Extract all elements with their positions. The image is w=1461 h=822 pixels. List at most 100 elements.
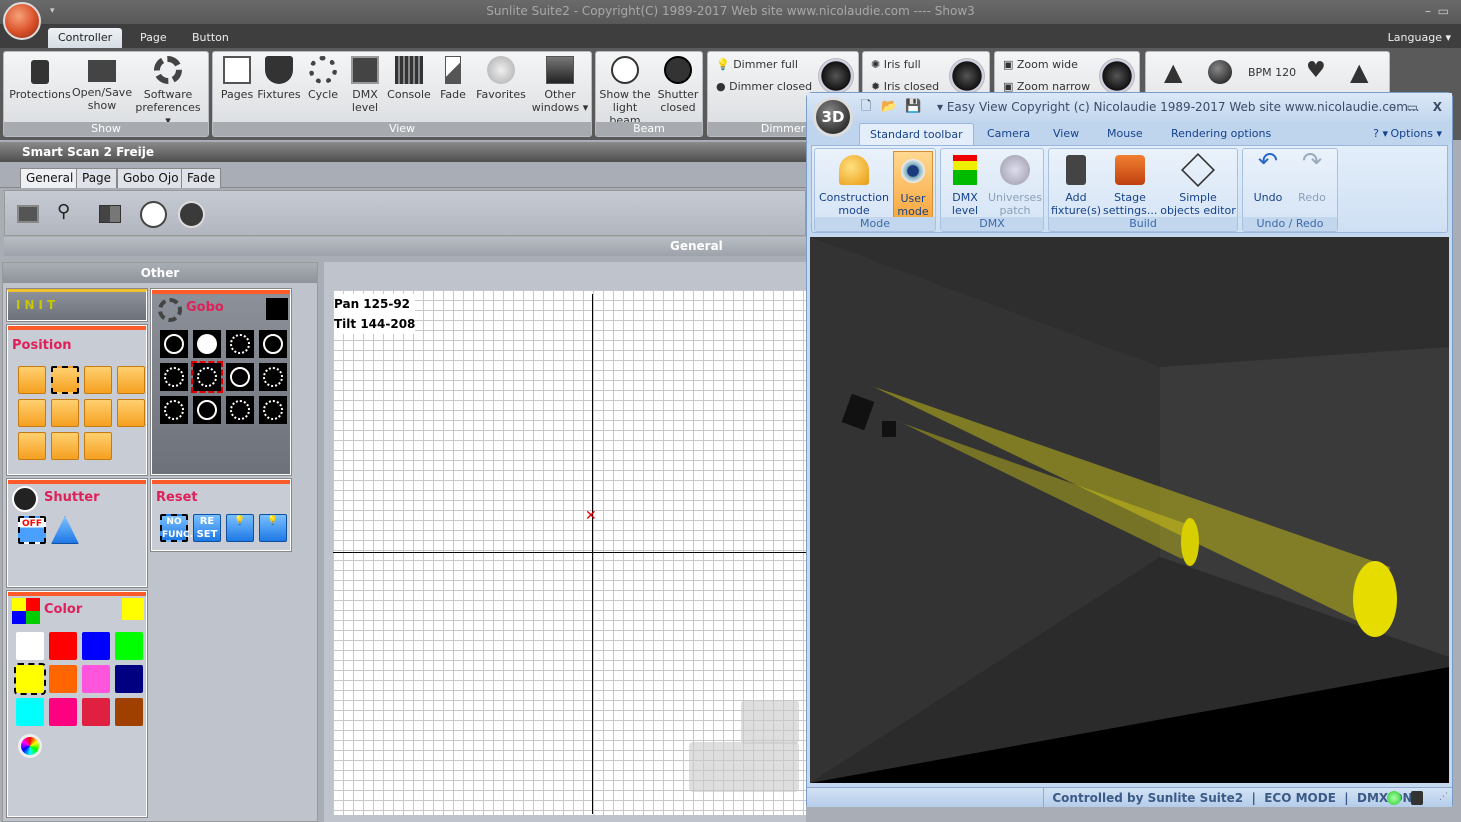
position-cursor[interactable]: ✕ (585, 508, 597, 524)
reset-button[interactable]: RE SET (193, 514, 221, 542)
color-swatch[interactable] (115, 632, 143, 660)
tab-rendering-options[interactable]: Rendering options (1161, 123, 1281, 145)
tab-standard-toolbar[interactable]: Standard toolbar (859, 123, 974, 145)
window-icon[interactable] (17, 205, 39, 223)
cycle-button[interactable]: Cycle (303, 56, 343, 101)
quick-access-dropdown[interactable]: ▾ Easy View Copyright (c) Nicolaudie 198… (937, 93, 1419, 121)
maximize-button[interactable]: ▭ (1407, 93, 1418, 121)
fade-button[interactable]: Fade (435, 56, 471, 101)
curve-movement-icon[interactable] (18, 399, 46, 427)
tab-button[interactable]: Button (182, 28, 239, 48)
color-swatch[interactable] (115, 665, 143, 693)
simple-objects-editor-button[interactable]: Simple objects editor (1159, 151, 1237, 217)
close-button[interactable]: X (1433, 93, 1442, 121)
open-save-button[interactable]: Open/Save show (72, 56, 132, 112)
options-menu[interactable]: Options ▾ (1381, 123, 1452, 145)
favorites-button[interactable]: Favorites (473, 56, 529, 101)
fixtures-button[interactable]: Fixtures (257, 56, 301, 101)
rings-movement-icon[interactable] (84, 366, 112, 394)
stage-settings-button[interactable]: Stage settings... (1103, 151, 1157, 217)
pan-tilt-grid[interactable]: ✕ (333, 290, 806, 815)
color-swatch[interactable] (14, 663, 46, 695)
gobo-four-dots-button[interactable] (193, 396, 221, 424)
lamp-off-button[interactable]: 💡 (226, 514, 254, 542)
color-swatch[interactable] (82, 632, 110, 660)
search-icon[interactable]: ⚲ (57, 201, 70, 222)
quick-access-dropdown[interactable]: ▾ (50, 0, 55, 22)
iris-full-button[interactable]: ✺ Iris full (871, 58, 921, 71)
gobo-rays-button[interactable] (226, 396, 254, 424)
sound-movement-icon[interactable] (84, 432, 112, 460)
open-beam-button[interactable] (140, 201, 167, 228)
gobo-ring-button[interactable] (259, 330, 287, 358)
gobo-spiral-button[interactable] (191, 361, 223, 393)
color-swatch[interactable] (49, 698, 77, 726)
tab-camera[interactable]: Camera (977, 123, 1040, 145)
lamp-on-button[interactable]: 💡 (259, 514, 287, 542)
gobo-shards-button[interactable] (259, 363, 287, 391)
dmx-level-button[interactable]: DMX level (945, 151, 985, 217)
minimize-button[interactable]: – (1390, 93, 1396, 121)
gobo-star-button[interactable] (226, 363, 254, 391)
shutter-off-button[interactable]: OFF (18, 516, 46, 544)
gobo-open-button[interactable] (160, 330, 188, 358)
no-function-button[interactable]: NO FUNC. (160, 514, 193, 542)
dimmer-knob[interactable] (818, 58, 854, 94)
z-movement-icon[interactable] (117, 366, 145, 394)
horizontal-movement-icon[interactable] (84, 399, 112, 427)
zoom-wide-button[interactable]: ▣ Zoom wide (1003, 58, 1078, 71)
tab-general[interactable]: General (20, 168, 80, 188)
color-swatch[interactable] (49, 665, 77, 693)
dimmer-closed-button[interactable]: ● Dimmer closed (716, 80, 812, 93)
tab-controller[interactable]: Controller (48, 28, 123, 48)
other-windows-button[interactable]: Other windows ▾ (531, 56, 589, 114)
color-swatch[interactable] (115, 698, 143, 726)
init-button[interactable]: INIT (6, 288, 148, 322)
metronome-icon[interactable]: ▲ (1164, 58, 1182, 86)
gobo-waves-button[interactable] (160, 396, 188, 424)
zoom-knob[interactable] (1099, 58, 1135, 94)
color-swatch[interactable] (82, 665, 110, 693)
new-file-icon[interactable]: 🗋 (861, 93, 871, 121)
heart-icon[interactable]: ♥ (1306, 58, 1326, 83)
gobo-full-button[interactable] (193, 330, 221, 358)
color-swatch[interactable] (16, 632, 44, 660)
gobo-burst-button[interactable] (226, 330, 254, 358)
minimize-button[interactable]: – (1425, 0, 1431, 22)
resize-grip[interactable]: ⋰ (1439, 792, 1448, 802)
metronome-sync-icon[interactable]: ▲ (1350, 58, 1368, 86)
universes-patch-button[interactable]: Universes patch (987, 151, 1043, 217)
color-picker-icon[interactable] (18, 734, 42, 758)
vertical-movement-icon[interactable] (18, 432, 46, 460)
tab-mouse[interactable]: Mouse (1097, 123, 1153, 145)
pages-button[interactable]: Pages (217, 56, 257, 101)
color-swatch[interactable] (82, 698, 110, 726)
tab-gobo-ojo[interactable]: Gobo Ojo (117, 168, 185, 188)
language-menu[interactable]: Language ▾ (1378, 28, 1461, 48)
circle-movement-icon[interactable] (18, 366, 46, 394)
strobe-button[interactable] (51, 516, 79, 544)
easy-view-orb[interactable]: 3D (813, 97, 853, 137)
dimmer-full-button[interactable]: 💡 Dimmer full (716, 58, 798, 71)
show-light-beam-button[interactable]: Show the light beam (598, 56, 652, 127)
protections-button[interactable]: Protections (8, 56, 72, 101)
restore-button[interactable]: ▭ (1438, 0, 1449, 22)
close-beam-button[interactable] (178, 201, 205, 228)
add-fixtures-button[interactable]: Add fixture(s) (1051, 151, 1101, 217)
app-menu-orb[interactable] (3, 2, 41, 40)
tap-button[interactable] (1208, 60, 1232, 84)
redo-button[interactable]: ↷ Redo (1291, 149, 1333, 204)
up-arrow-button[interactable] (741, 700, 799, 744)
iris-knob[interactable] (949, 58, 985, 94)
tab-fade[interactable]: Fade (181, 168, 222, 188)
tab-page[interactable]: Page (130, 28, 177, 48)
user-mode-button[interactable]: User mode (893, 151, 933, 219)
tab-view[interactable]: View (1043, 123, 1089, 145)
arrow-keys-button[interactable] (689, 742, 799, 792)
center-movement-icon[interactable] (51, 366, 79, 394)
save-icon[interactable]: 💾 (905, 93, 921, 121)
software-preferences-button[interactable]: Software preferences ▾ (132, 56, 204, 127)
gobo-dots-button[interactable] (160, 363, 188, 391)
console-button[interactable]: Console (387, 56, 431, 101)
undo-button[interactable]: ↶ Undo (1247, 149, 1289, 204)
